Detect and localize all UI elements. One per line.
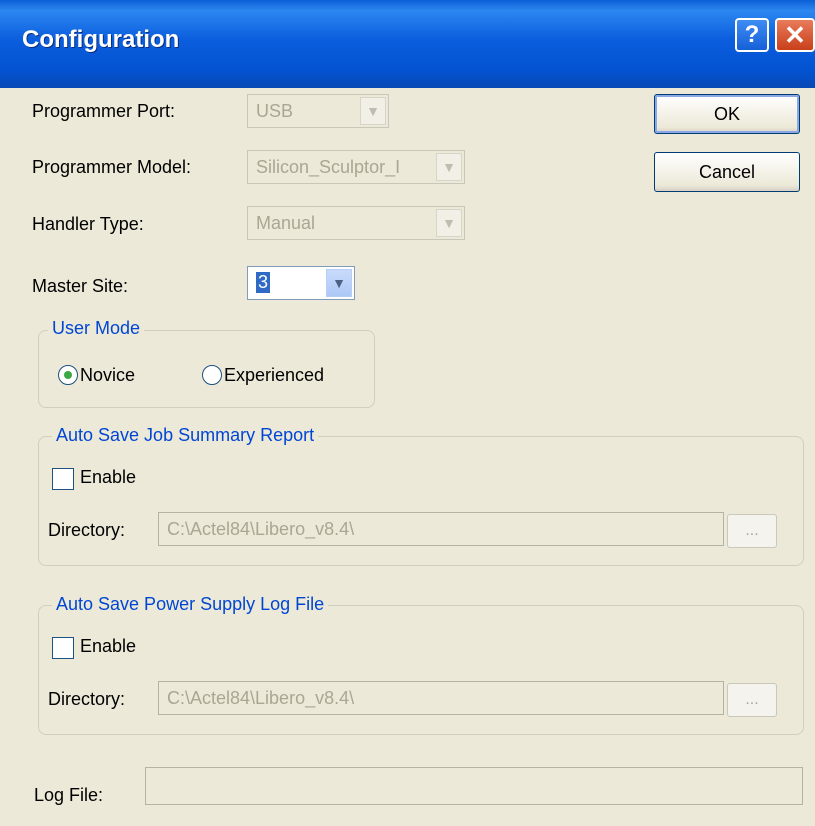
chevron-down-icon[interactable]: ▼ [436, 153, 462, 181]
programmer-model-select[interactable]: Silicon_Sculptor_I ▼ [247, 150, 465, 184]
master-site-value: 3 [256, 272, 271, 293]
programmer-model-label: Programmer Model: [32, 157, 192, 177]
master-site-select[interactable]: 3 ▼ [247, 266, 355, 300]
chevron-down-icon[interactable]: ▼ [326, 269, 352, 297]
help-button[interactable]: ? [735, 18, 769, 52]
close-icon: ✕ [784, 19, 806, 50]
master-site-label: Master Site: [32, 276, 129, 296]
programmer-model-value: Silicon_Sculptor_I [256, 157, 401, 177]
power-log-group [38, 605, 804, 735]
job-summary-enable-checkbox[interactable] [52, 468, 74, 490]
job-summary-directory-value: C:\Actel84\Libero_v8.4\ [167, 519, 355, 539]
question-icon: ? [744, 21, 760, 48]
programmer-port-label: Programmer Port: [32, 101, 176, 121]
power-log-enable-label[interactable]: Enable [80, 636, 136, 657]
job-summary-directory-input[interactable]: C:\Actel84\Libero_v8.4\ [158, 512, 724, 546]
log-file-input[interactable] [145, 767, 803, 805]
programmer-port-value: USB [256, 101, 294, 121]
title-bar[interactable]: Configuration ? ✕ [0, 0, 815, 88]
power-log-directory-label: Directory: [48, 689, 126, 709]
job-summary-directory-label: Directory: [48, 520, 126, 540]
job-summary-group [38, 436, 804, 566]
power-log-enable-checkbox[interactable] [52, 637, 74, 659]
configuration-dialog: Configuration ? ✕ Programmer Port: USB ▼… [0, 0, 815, 826]
job-summary-legend: Auto Save Job Summary Report [52, 425, 319, 446]
handler-type-select[interactable]: Manual ▼ [247, 206, 465, 240]
experienced-label[interactable]: Experienced [224, 365, 324, 386]
chevron-down-icon[interactable]: ▼ [436, 209, 462, 237]
chevron-down-icon[interactable]: ▼ [360, 97, 386, 125]
programmer-port-select[interactable]: USB ▼ [247, 94, 389, 128]
power-log-directory-value: C:\Actel84\Libero_v8.4\ [167, 688, 355, 708]
ok-button[interactable]: OK [654, 94, 800, 134]
power-log-browse-button[interactable]: ... [727, 683, 777, 717]
log-file-label: Log File: [34, 785, 104, 805]
job-summary-browse-button[interactable]: ... [727, 514, 777, 548]
power-log-directory-input[interactable]: C:\Actel84\Libero_v8.4\ [158, 681, 724, 715]
cancel-button[interactable]: Cancel [654, 152, 800, 192]
handler-type-value: Manual [256, 213, 316, 233]
user-mode-legend: User Mode [48, 318, 145, 339]
novice-radio[interactable] [58, 365, 78, 385]
job-summary-enable-label[interactable]: Enable [80, 467, 136, 488]
power-log-legend: Auto Save Power Supply Log File [52, 594, 329, 615]
handler-type-label: Handler Type: [32, 214, 144, 234]
window-title: Configuration [22, 26, 180, 53]
radio-dot-icon [64, 371, 72, 379]
novice-label[interactable]: Novice [80, 365, 135, 386]
close-button[interactable]: ✕ [775, 18, 815, 52]
experienced-radio[interactable] [202, 365, 222, 385]
